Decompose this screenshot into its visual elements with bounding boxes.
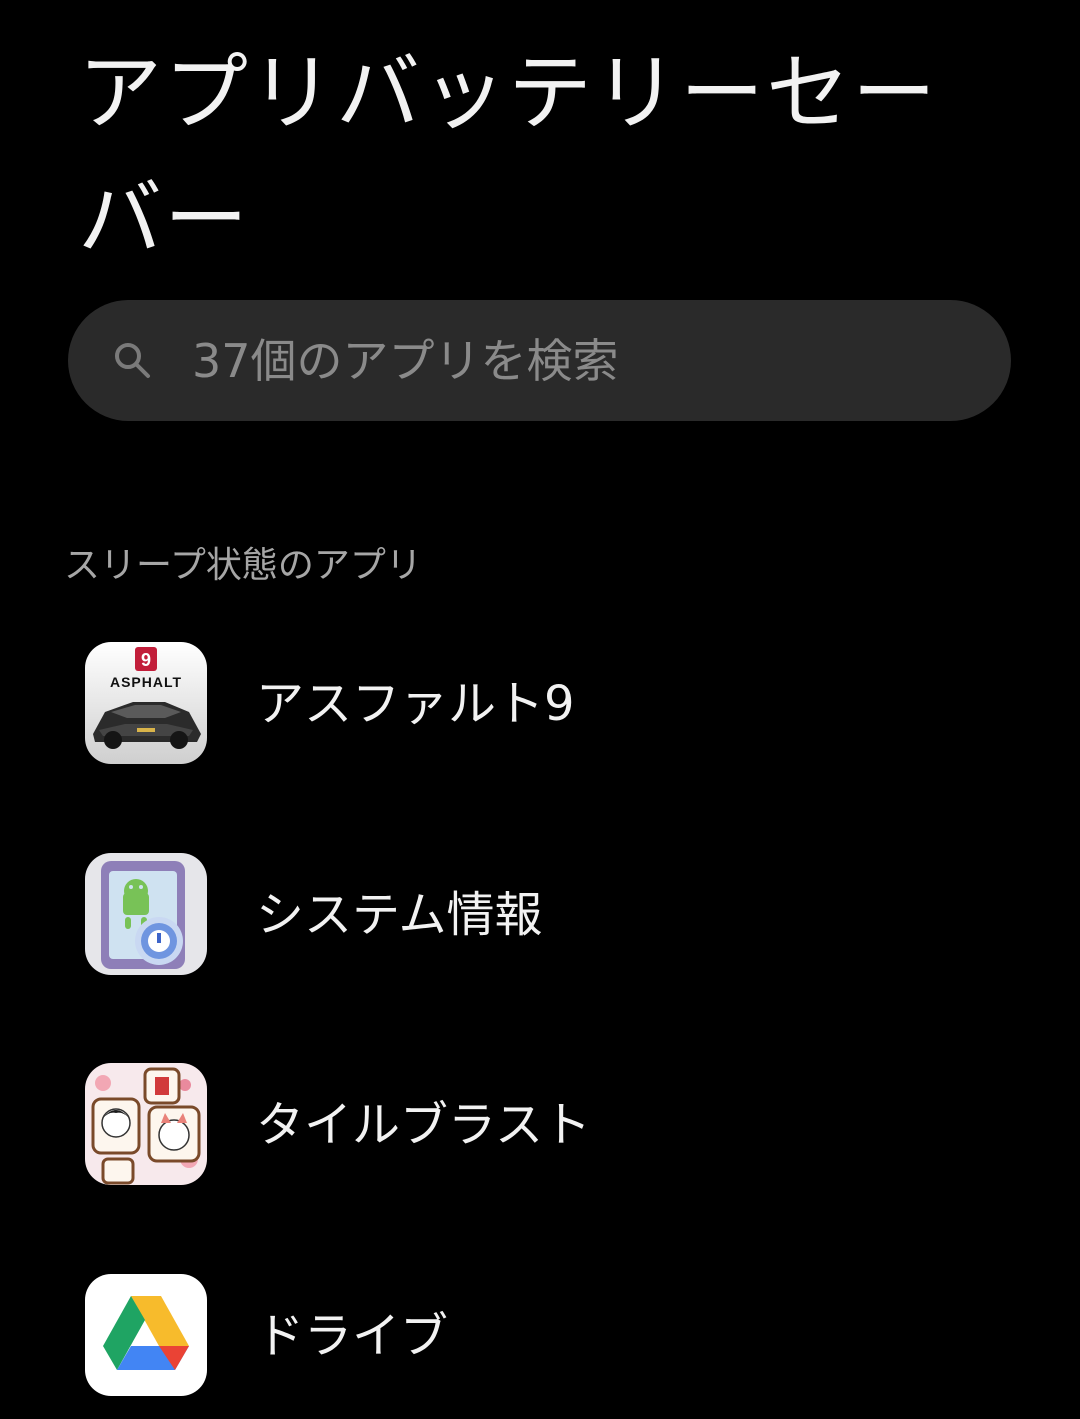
google-drive-icon [85,1274,207,1396]
asphalt-9-icon: 9 ASPHALT [85,642,207,764]
asphalt-icon-wordmark: ASPHALT [110,674,182,690]
app-label: システム情報 [256,887,543,943]
system-info-icon [85,853,207,975]
app-row-system-info[interactable]: システム情報 [0,841,1080,991]
search-icon [115,343,150,378]
page-title: アプリバッテリーセーバー [78,44,939,268]
app-label: アスファルト9 [256,676,575,732]
app-row-drive[interactable]: ドライブ [0,1262,1080,1412]
app-row-tile-blast[interactable]: タイルブラスト [0,1051,1080,1201]
asphalt-icon-badge: 9 [141,650,151,670]
search-input[interactable] [192,328,972,394]
app-label: タイルブラスト [256,1097,592,1153]
app-row-asphalt-9[interactable]: 9 ASPHALT アスファルト9 [0,630,1080,780]
section-header-sleeping-apps: スリープ状態のアプリ [64,545,422,586]
app-label: ドライブ [256,1308,449,1364]
tile-blast-icon [85,1063,207,1185]
